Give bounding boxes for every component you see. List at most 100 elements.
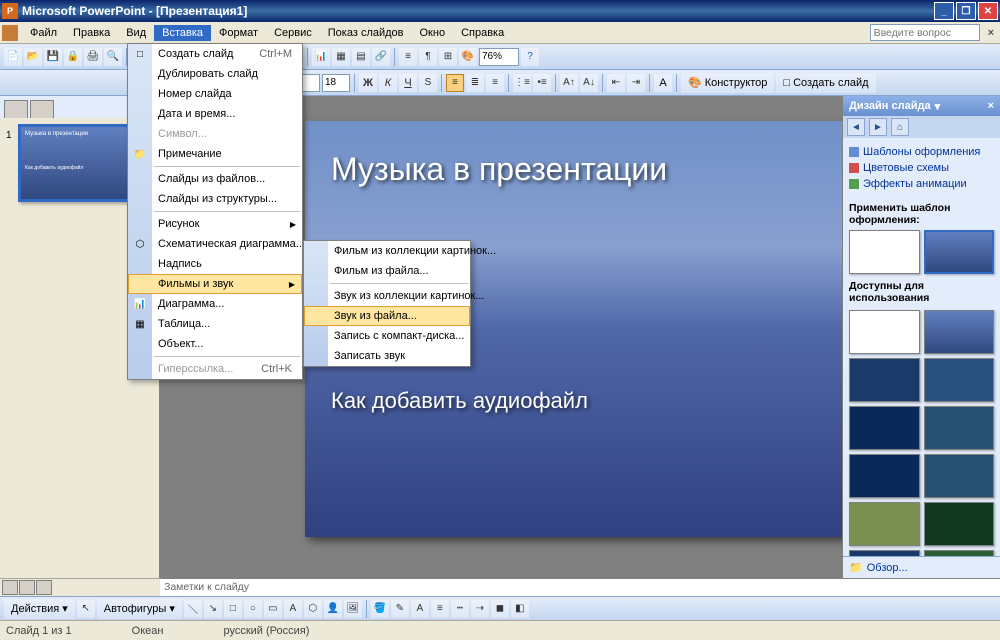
bullets-icon[interactable]: •≡ — [533, 74, 551, 92]
mi-slides-from-outline[interactable]: Слайды из структуры... — [128, 189, 302, 209]
home-icon[interactable]: ⌂ — [891, 118, 909, 136]
menu-edit[interactable]: Правка — [65, 25, 118, 41]
menu-slideshow[interactable]: Показ слайдов — [320, 25, 412, 41]
mi-cd-audio[interactable]: Запись с компакт-диска... — [304, 326, 470, 346]
color-schemes-link[interactable]: Цветовые схемы — [849, 160, 994, 176]
mi-sound-clipart[interactable]: Звук из коллекции картинок... — [304, 286, 470, 306]
browse-link[interactable]: 📁Обзор... — [843, 556, 1000, 578]
font-color-icon[interactable]: A — [654, 74, 672, 92]
template-item[interactable] — [924, 406, 995, 450]
template-item[interactable] — [849, 310, 920, 354]
forward-icon[interactable]: ► — [869, 118, 887, 136]
mi-symbol[interactable]: Символ... — [128, 124, 302, 144]
underline-icon[interactable]: Ч — [399, 74, 417, 92]
animation-effects-link[interactable]: Эффекты анимации — [849, 176, 994, 192]
template-item[interactable] — [924, 358, 995, 402]
menu-tools[interactable]: Сервис — [266, 25, 320, 41]
fontsize-select[interactable] — [322, 74, 350, 92]
diagram-icon[interactable]: ⬡ — [304, 600, 322, 618]
mi-comment[interactable]: 📁Примечание — [128, 144, 302, 164]
mi-picture[interactable]: Рисунок▶ — [128, 214, 302, 234]
zoom-input[interactable] — [479, 48, 519, 66]
mi-movies-sound[interactable]: Фильмы и звук▶ — [128, 274, 302, 294]
autoshapes-menu[interactable]: Автофигуры▾ — [97, 599, 182, 619]
mi-movie-clipart[interactable]: Фильм из коллекции картинок... — [304, 241, 470, 261]
mi-movie-file[interactable]: Фильм из файла... — [304, 261, 470, 281]
textbox-icon[interactable]: ▭ — [264, 600, 282, 618]
align-right-icon[interactable]: ≡ — [486, 74, 504, 92]
line-style-icon[interactable]: ≡ — [431, 600, 449, 618]
select-icon[interactable]: ↖ — [77, 600, 95, 618]
dash-style-icon[interactable]: ┅ — [451, 600, 469, 618]
template-item[interactable] — [924, 454, 995, 498]
mi-hyperlink[interactable]: Гиперссылка...Ctrl+K — [128, 359, 302, 379]
menu-view[interactable]: Вид — [118, 25, 154, 41]
menu-window[interactable]: Окно — [412, 25, 454, 41]
increase-indent-icon[interactable]: ⇥ — [627, 74, 645, 92]
normal-view-icon[interactable] — [2, 580, 18, 595]
grid-icon[interactable]: ⊞ — [439, 48, 457, 66]
slide-title[interactable]: Музыка в презентации — [331, 151, 839, 188]
slideshow-view-icon[interactable] — [36, 580, 52, 595]
sorter-view-icon[interactable] — [19, 580, 35, 595]
template-item[interactable] — [849, 358, 920, 402]
shadow-style-icon[interactable]: ◼ — [491, 600, 509, 618]
decrease-indent-icon[interactable]: ⇤ — [607, 74, 625, 92]
back-icon[interactable]: ◄ — [847, 118, 865, 136]
mi-sound-file[interactable]: Звук из файла... — [304, 306, 470, 326]
mi-slide-number[interactable]: Номер слайда — [128, 84, 302, 104]
help-icon[interactable]: ? — [521, 48, 539, 66]
menu-format[interactable]: Формат — [211, 25, 266, 41]
slide-thumbnail[interactable]: Музыка в презентации Как добавить аудиоф… — [18, 124, 138, 202]
slides-tab[interactable] — [30, 100, 54, 118]
design-button[interactable]: 🎨Конструктор — [681, 73, 774, 93]
mi-slides-from-files[interactable]: Слайды из файлов... — [128, 169, 302, 189]
taskpane-dropdown-icon[interactable]: ▾ — [935, 100, 941, 113]
italic-icon[interactable]: К — [379, 74, 397, 92]
picture-icon[interactable]: 🖼 — [344, 600, 362, 618]
menu-help[interactable]: Справка — [453, 25, 512, 41]
color-icon[interactable]: 🎨 — [459, 48, 477, 66]
shadow-icon[interactable]: S — [419, 74, 437, 92]
align-center-icon[interactable]: ≣ — [466, 74, 484, 92]
template-item[interactable] — [849, 230, 920, 274]
template-item[interactable] — [849, 454, 920, 498]
print-icon[interactable]: 🖨 — [84, 48, 102, 66]
arrow-style-icon[interactable]: ⇢ — [471, 600, 489, 618]
mi-record-sound[interactable]: Записать звук — [304, 346, 470, 366]
mi-diagram[interactable]: ⬡Схематическая диаграмма... — [128, 234, 302, 254]
line-color-icon[interactable]: ✎ — [391, 600, 409, 618]
new-icon[interactable]: 📄 — [4, 48, 22, 66]
show-formatting-icon[interactable]: ¶ — [419, 48, 437, 66]
close-doc-button[interactable]: × — [984, 27, 998, 39]
templates-link[interactable]: Шаблоны оформления — [849, 144, 994, 160]
bold-icon[interactable]: Ж — [359, 74, 377, 92]
mi-chart[interactable]: 📊Диаграмма... — [128, 294, 302, 314]
taskpane-close-icon[interactable]: × — [988, 100, 994, 112]
outline-tab[interactable] — [4, 100, 28, 118]
arrow-shape-icon[interactable]: ↘ — [204, 600, 222, 618]
menu-insert[interactable]: Вставка — [154, 25, 211, 41]
mi-table[interactable]: ▦Таблица... — [128, 314, 302, 334]
clipart-icon[interactable]: 👤 — [324, 600, 342, 618]
mi-new-slide[interactable]: □Создать слайдCtrl+M — [128, 44, 302, 64]
rectangle-icon[interactable]: □ — [224, 600, 242, 618]
decrease-font-icon[interactable]: A↓ — [580, 74, 598, 92]
minimize-button[interactable]: _ — [934, 2, 954, 20]
mi-date-time[interactable]: Дата и время... — [128, 104, 302, 124]
notes-pane[interactable]: Заметки к слайду — [160, 578, 1000, 596]
template-item[interactable] — [924, 310, 995, 354]
template-item[interactable] — [849, 502, 920, 546]
mi-duplicate-slide[interactable]: Дублировать слайд — [128, 64, 302, 84]
new-slide-button[interactable]: □Создать слайд — [776, 73, 875, 93]
tables-borders-icon[interactable]: ▤ — [352, 48, 370, 66]
actions-menu[interactable]: Действия▾ — [4, 599, 75, 619]
increase-font-icon[interactable]: A↑ — [560, 74, 578, 92]
fill-color-icon[interactable]: 🪣 — [371, 600, 389, 618]
mi-textbox[interactable]: Надпись — [128, 254, 302, 274]
ask-question-input[interactable] — [870, 24, 980, 41]
numbering-icon[interactable]: ⋮≡ — [513, 74, 531, 92]
save-icon[interactable]: 💾 — [44, 48, 62, 66]
close-button[interactable]: ✕ — [978, 2, 998, 20]
open-icon[interactable]: 📂 — [24, 48, 42, 66]
